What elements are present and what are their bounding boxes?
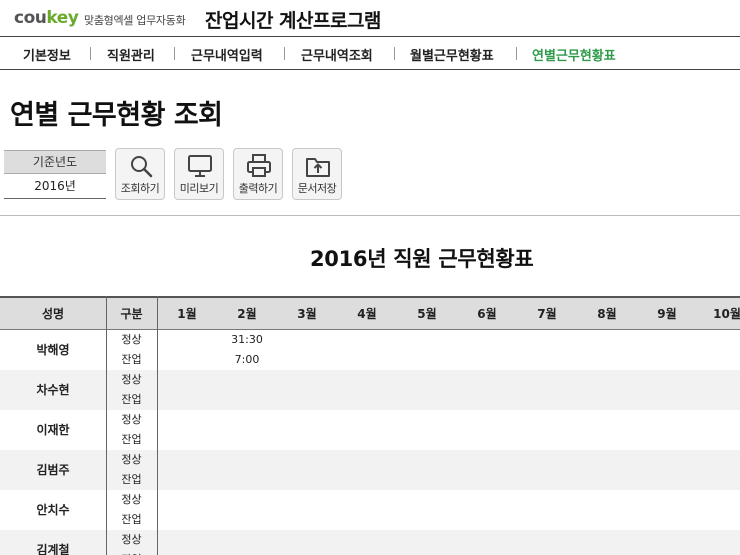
year-filter-label: 기준년도 [4, 150, 106, 174]
regular-type-label: 정상 [121, 373, 142, 386]
header-month: 6월 [477, 307, 497, 321]
main-nav: 기본정보 직원관리 근무내역입력 근무내역조회 월별근무현황표 연별근무현황표 [0, 37, 740, 70]
header-month: 4월 [357, 307, 377, 321]
column-divider [106, 296, 107, 555]
employee-name: 차수현 [36, 383, 70, 397]
overtime-type-label: 잔업 [121, 353, 142, 366]
header-month: 3월 [297, 307, 317, 321]
section-divider [0, 215, 740, 216]
nav-item-work-input[interactable]: 근무내역입력 [191, 45, 263, 64]
regular-type-label: 정상 [121, 333, 142, 346]
table-row: 안치수 정상잔업 [0, 490, 740, 530]
header-month: 7월 [537, 307, 557, 321]
overtime-type-label: 잔업 [121, 513, 142, 526]
brand-bar: coukey 맞춤형엑셀 업무자동화 잔업시간 계산프로그램 [0, 0, 740, 36]
search-button[interactable]: 조회하기 [115, 148, 165, 200]
save-document-button[interactable]: 문서저장 [292, 148, 342, 200]
nav-item-monthly-status[interactable]: 월별근무현황표 [410, 45, 494, 64]
table-row: 김범주 정상잔업 [0, 450, 740, 490]
print-button[interactable]: 출력하기 [233, 148, 283, 200]
printer-icon [247, 154, 271, 177]
table-row: 이재한 정상잔업 [0, 410, 740, 450]
overtime-type-label: 잔업 [121, 473, 142, 486]
nav-separator [394, 47, 395, 60]
nav-separator [284, 47, 285, 60]
nav-separator [174, 47, 175, 60]
page-title: 연별 근무현황 조회 [10, 100, 223, 131]
year-filter: 기준년도 2016년 [4, 150, 106, 199]
print-button-label: 출력하기 [238, 182, 278, 195]
header-month: 2월 [237, 307, 257, 321]
preview-button[interactable]: 미리보기 [174, 148, 224, 200]
nav-item-yearly-status[interactable]: 연별근무현황표 [532, 45, 616, 64]
save-document-button-label: 문서저장 [297, 182, 337, 195]
year-filter-value[interactable]: 2016년 [4, 174, 106, 199]
header-type: 구분 [120, 307, 143, 321]
folder-export-icon [306, 158, 330, 177]
employee-name: 박해영 [36, 343, 70, 357]
nav-separator [516, 47, 517, 60]
regular-hours-cell: 31:30 [231, 333, 263, 346]
header-month: 5월 [417, 307, 437, 321]
regular-type-label: 정상 [121, 533, 142, 546]
table-row: 김계철 정상잔업 [0, 530, 740, 555]
header-month: 8월 [597, 307, 617, 321]
header-month: 1월 [177, 307, 197, 321]
regular-type-label: 정상 [121, 493, 142, 506]
regular-type-label: 정상 [121, 453, 142, 466]
overtime-type-label: 잔업 [121, 393, 142, 406]
employee-name: 김계철 [36, 543, 70, 555]
nav-separator [90, 47, 91, 60]
header-month: 9월 [657, 307, 677, 321]
preview-button-label: 미리보기 [179, 182, 219, 195]
coukey-logo: coukey [14, 8, 79, 28]
table-row: 박해영 정상 31:30 잔업 7:00 [0, 330, 740, 370]
search-button-label: 조회하기 [120, 182, 160, 195]
nav-item-employee-mgmt[interactable]: 직원관리 [107, 45, 155, 64]
header-name: 성명 [41, 307, 65, 321]
yearly-status-table: 박해영 정상 31:30 잔업 7:00 차수현 정상 잔업 이재한 정상 잔업 김범주 정상 잔업 안치수… [0, 296, 740, 555]
table-row: 차수현 정상잔업 [0, 370, 740, 410]
logo-subtitle: 맞춤형엑셀 업무자동화 [84, 14, 186, 27]
overtime-hours-cell: 7:00 [234, 353, 260, 366]
employee-name: 안치수 [36, 503, 70, 517]
app-title: 잔업시간 계산프로그램 [205, 10, 381, 32]
nav-item-work-query[interactable]: 근무내역조회 [301, 45, 373, 64]
logo-main: cou [14, 8, 47, 28]
header-month: 10월 [713, 307, 740, 321]
search-icon [131, 156, 153, 178]
table-header: 성명 구분 1월 2월 3월 4월 5월 6월 7월 8월 9월 10월 [0, 296, 740, 330]
report-title: 2016년 직원 근무현황표 [310, 247, 534, 271]
employee-name: 김범주 [36, 463, 70, 477]
regular-type-label: 정상 [121, 413, 142, 426]
monitor-icon [188, 155, 212, 177]
employee-name: 이재한 [36, 423, 70, 437]
nav-item-basic-info[interactable]: 기본정보 [23, 45, 71, 64]
logo-accent: key [46, 8, 79, 28]
overtime-type-label: 잔업 [106, 550, 157, 555]
overtime-type-label: 잔업 [121, 433, 142, 446]
column-divider [157, 296, 158, 555]
